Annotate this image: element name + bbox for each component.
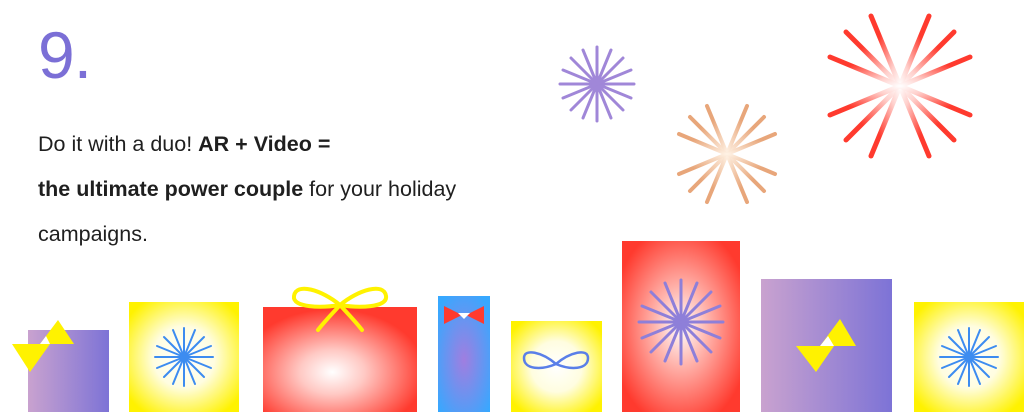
holiday-illustration	[12, 7, 1024, 412]
gift-box-red-tall	[622, 241, 740, 412]
star-icon	[637, 278, 725, 366]
gift-box-red-bow	[263, 286, 417, 412]
gift-box-yellow-ribbon	[511, 321, 602, 412]
firework-purple-icon	[558, 45, 636, 123]
gift-box-purple-large	[761, 279, 892, 412]
gift-box-yellow-star	[129, 302, 239, 412]
gift-box-blue-narrow	[438, 296, 490, 412]
star-icon	[154, 327, 214, 387]
gift-box-purple-small	[12, 320, 109, 412]
star-icon	[939, 327, 999, 387]
gift-box-yellow-star-right	[914, 302, 1024, 412]
firework-red-icon	[821, 7, 979, 165]
firework-peach-icon	[673, 100, 781, 208]
